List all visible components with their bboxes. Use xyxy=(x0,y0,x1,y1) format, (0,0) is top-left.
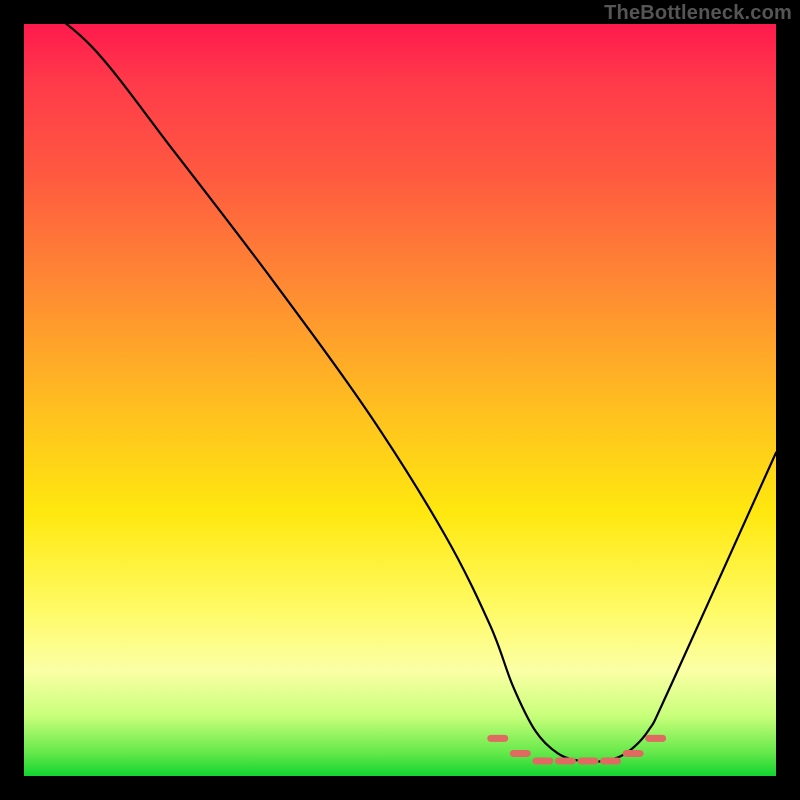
bottleneck-curve xyxy=(24,24,776,762)
bottleneck-curve-svg xyxy=(24,24,776,776)
plot-area xyxy=(24,24,776,776)
optimal-range-markers xyxy=(491,738,663,761)
watermark-text: TheBottleneck.com xyxy=(604,2,792,25)
chart-frame: TheBottleneck.com xyxy=(0,0,800,800)
